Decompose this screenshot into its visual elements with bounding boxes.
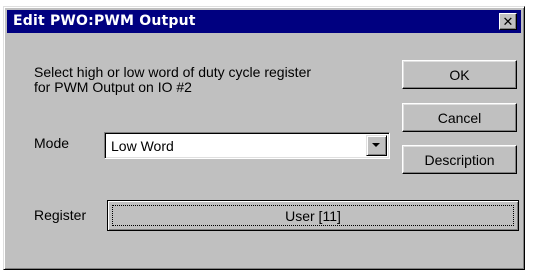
close-icon: ✕ — [502, 14, 514, 29]
description-button[interactable]: Description — [402, 145, 517, 174]
ok-button[interactable]: OK — [402, 60, 517, 89]
cancel-button[interactable]: Cancel — [402, 103, 517, 132]
mode-select[interactable]: Low Word — [104, 132, 390, 159]
mode-label: Mode — [34, 135, 70, 151]
register-label: Register — [34, 207, 87, 223]
close-button[interactable]: ✕ — [499, 13, 517, 30]
title-bar[interactable]: Edit PWO:PWM Output ✕ — [7, 10, 521, 33]
register-button[interactable]: User [11] — [107, 200, 519, 231]
description-text: Select high or low word of duty cycle re… — [34, 65, 374, 95]
dialog-window: Edit PWO:PWM Output ✕ Select high or low… — [3, 6, 525, 270]
mode-dropdown-button[interactable] — [366, 135, 387, 156]
dialog-title: Edit PWO:PWM Output — [13, 13, 196, 29]
description-line-2: for PWM Output on IO #2 — [34, 79, 192, 95]
mode-select-value: Low Word — [111, 138, 174, 154]
description-line-1: Select high or low word of duty cycle re… — [34, 64, 312, 80]
register-value: User [11] — [285, 207, 341, 224]
